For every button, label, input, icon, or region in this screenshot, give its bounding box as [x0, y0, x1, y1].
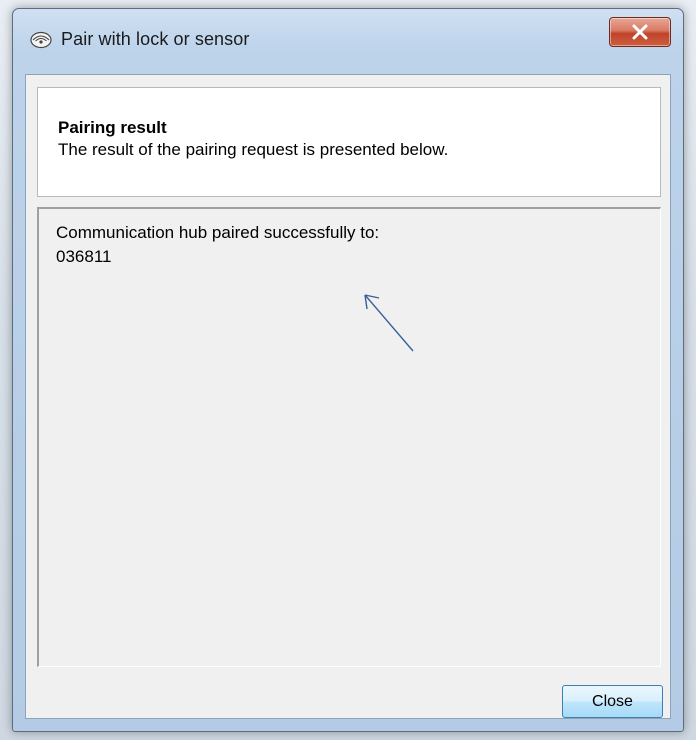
dialog-window: Pair with lock or sensor Pairing result …: [12, 8, 684, 732]
result-message: Communication hub paired successfully to…: [56, 223, 380, 242]
result-panel: Communication hub paired successfully to…: [37, 207, 661, 667]
window-title: Pair with lock or sensor: [61, 29, 250, 49]
hand-wave-icon: [29, 29, 53, 49]
paired-device-id: 036811: [56, 247, 112, 266]
page-title: Pairing result: [58, 118, 167, 137]
page-description: The result of the pairing request is pre…: [58, 140, 449, 159]
close-button[interactable]: Close: [562, 685, 663, 718]
window-close-button[interactable]: [609, 17, 671, 47]
header-panel: Pairing result The result of the pairing…: [37, 87, 661, 197]
arrow-icon: [359, 289, 419, 360]
dialog-body: Pairing result The result of the pairing…: [25, 74, 671, 719]
title-bar[interactable]: Pair with lock or sensor: [13, 9, 683, 73]
